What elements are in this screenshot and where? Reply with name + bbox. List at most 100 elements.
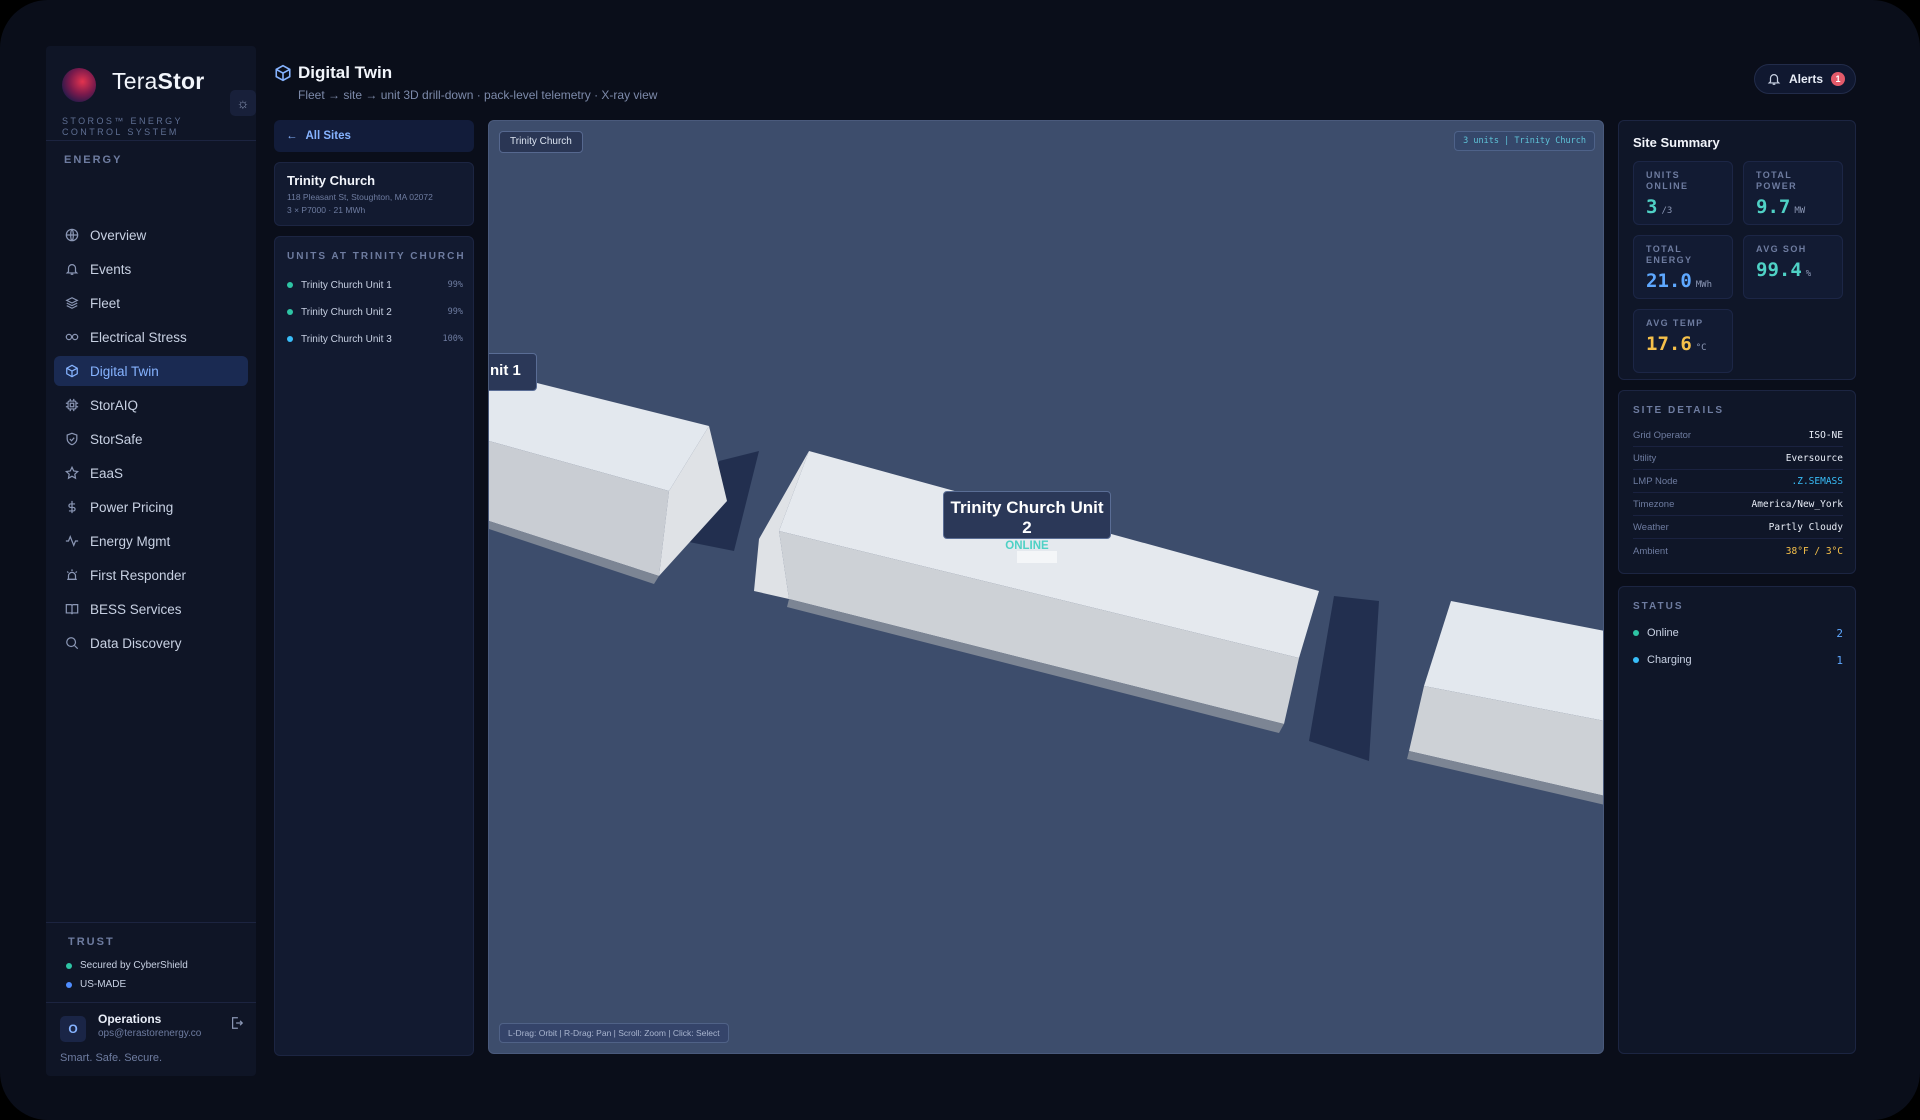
trust-item-label: US-MADE — [80, 979, 127, 990]
sidebar-item-first-responder[interactable]: First Responder — [54, 560, 248, 590]
page-subtitle: Fleet → site → unit 3D drill-down · pack… — [298, 88, 658, 102]
stat-value: 99.4% — [1756, 259, 1812, 281]
stat-label: TOTAL POWER — [1756, 170, 1798, 191]
unit-1-container[interactable] — [489, 371, 727, 584]
status-dot — [1633, 630, 1639, 636]
sidebar-item-storsafe[interactable]: StorSafe — [54, 424, 248, 454]
stat-total-power: TOTAL POWER 9.7 MW — [1743, 161, 1843, 225]
stat-value: 9.7 MW — [1756, 196, 1806, 218]
sidebar-item-label: StorAIQ — [90, 397, 139, 413]
divider — [46, 140, 256, 141]
chip-icon — [64, 397, 80, 413]
brand: TeraStor ☼ STOROS™ ENERGY CONTROL SYSTEM — [62, 62, 256, 137]
stat-label: AVG SOH — [1756, 244, 1807, 254]
sidebar-item-label: EaaS — [90, 465, 124, 481]
sidebar-item-events[interactable]: Events — [54, 254, 248, 284]
detail-row-utility: Utility Eversource — [1633, 448, 1843, 470]
sidebar-item-power-pricing[interactable]: Power Pricing — [54, 492, 248, 522]
user-profile[interactable]: O Operations ops@terastorenergy.co — [60, 1012, 250, 1052]
unit-list-item[interactable]: Trinity Church Unit 2 99% — [287, 302, 463, 322]
detail-row-weather: Weather Partly Cloudy — [1633, 517, 1843, 539]
sidebar-item-energy-mgmt[interactable]: Energy Mgmt — [54, 526, 248, 556]
sidebar-item-label: Data Discovery — [90, 635, 182, 651]
shield-icon — [64, 431, 80, 447]
user-name: Operations — [98, 1012, 162, 1026]
sidebar-item-eaas[interactable]: EaaS — [54, 458, 248, 488]
site-summary-title: Site Summary — [1633, 135, 1720, 150]
page-title: Digital Twin — [298, 63, 393, 82]
detail-row-ambient: Ambient 38°F / 3°C — [1633, 545, 1843, 557]
terastor-logo — [62, 68, 96, 102]
status-dot — [66, 981, 72, 988]
bell-icon — [1767, 72, 1781, 86]
unit-soc: 100% — [442, 334, 463, 344]
status-row-online: Online 2 — [1633, 623, 1843, 643]
sidebar-item-label: First Responder — [90, 567, 187, 583]
units-list: UNITS AT TRINITY CHURCH Trinity Church U… — [274, 236, 474, 1056]
brand-name: TeraStor — [112, 68, 205, 94]
bell-icon — [64, 261, 80, 277]
3d-viewport[interactable]: Trinity Church 3 units | Trinity Church … — [488, 120, 1604, 1054]
sidebar-item-overview[interactable]: Overview — [54, 220, 248, 250]
sidebar-item-data-discovery[interactable]: Data Discovery — [54, 628, 248, 658]
sidebar-item-label: Energy Mgmt — [90, 533, 171, 549]
sidebar-item-label: BESS Services — [90, 601, 182, 617]
alerts-button[interactable]: Alerts 1 — [1754, 64, 1856, 94]
status-row-label: Online — [1647, 627, 1679, 639]
sidebar-item-electrical-stress[interactable]: Electrical Stress — [54, 322, 248, 352]
status-dot — [287, 309, 293, 315]
link-icon — [64, 329, 80, 345]
stat-label: AVG TEMP — [1646, 318, 1704, 328]
status-dot — [287, 336, 293, 342]
dollar-icon — [64, 499, 80, 515]
app-window: TeraStor ☼ STOROS™ ENERGY CONTROL SYSTEM… — [0, 0, 1920, 1120]
stat-units-online: UNITS ONLINE 3/3 — [1633, 161, 1733, 225]
unit-1-name: nit 1 — [490, 362, 521, 379]
unit-3-container[interactable] — [1407, 601, 1604, 805]
sidebar-item-fleet[interactable]: Fleet — [54, 288, 248, 318]
unit-soc: 99% — [447, 280, 463, 290]
pulse-icon — [64, 533, 80, 549]
avatar: O — [60, 1016, 86, 1042]
site-chip: Trinity Church — [499, 131, 583, 153]
3d-scene[interactable] — [489, 121, 1604, 1054]
user-email: ops@terastorenergy.co — [98, 1028, 202, 1039]
sun-icon[interactable]: ☼ — [230, 90, 256, 116]
status-label: STATUS — [1633, 601, 1684, 612]
stat-value: 21.0 MWh — [1646, 270, 1713, 292]
cube-icon — [64, 363, 80, 379]
unit-list-item[interactable]: Trinity Church Unit 1 99% — [287, 275, 463, 295]
divider — [46, 1002, 256, 1003]
all-sites-button[interactable]: ← All Sites — [274, 120, 474, 152]
brand-subtitle: STOROS™ ENERGY CONTROL SYSTEM — [62, 116, 183, 137]
layers-icon — [64, 295, 80, 311]
sidebar-item-storaiq[interactable]: StorAIQ — [54, 390, 248, 420]
alerts-count-badge: 1 — [1831, 72, 1846, 86]
sidebar-item-bess-services[interactable]: BESS Services — [54, 594, 248, 624]
star-icon — [64, 465, 80, 481]
sidebar-item-label: Electrical Stress — [90, 329, 187, 345]
unit-name: Trinity Church Unit 1 — [301, 279, 392, 291]
sidebar-item-digital-twin[interactable]: Digital Twin — [54, 356, 248, 386]
status-row-charging: Charging 1 — [1633, 650, 1843, 670]
stat-avg-soh: AVG SOH 99.4% — [1743, 235, 1843, 299]
status-dot — [66, 962, 72, 969]
unit-list-item[interactable]: Trinity Church Unit 3 100% — [287, 329, 463, 349]
container-vent — [1017, 551, 1057, 563]
tagline: Smart. Safe. Secure. — [60, 1052, 163, 1064]
site-card[interactable]: Trinity Church 118 Pleasant St, Stoughto… — [274, 162, 474, 226]
sidebar-item-label: Overview — [90, 227, 147, 243]
site-address: 118 Pleasant St, Stoughton, MA 02072 — [287, 192, 433, 202]
all-sites-label: All Sites — [305, 130, 351, 142]
unit-2-label[interactable]: Trinity Church Unit 2 ONLINE — [943, 491, 1111, 552]
stat-avg-temp: AVG TEMP 17.6 °C — [1633, 309, 1733, 373]
sidebar-item-label: StorSafe — [90, 431, 143, 447]
stat-value: 17.6 °C — [1646, 333, 1707, 355]
trust-item-cybershield: Secured by CyberShield — [66, 960, 188, 971]
logout-icon[interactable] — [230, 1016, 248, 1034]
stat-label: TOTAL ENERGY — [1646, 244, 1693, 265]
unit-name: Trinity Church Unit 2 — [301, 306, 392, 318]
stat-total-energy: TOTAL ENERGY 21.0 MWh — [1633, 235, 1733, 299]
unit-name: Trinity Church Unit 3 — [301, 333, 392, 345]
unit-1-label[interactable]: nit 1 — [489, 353, 537, 391]
